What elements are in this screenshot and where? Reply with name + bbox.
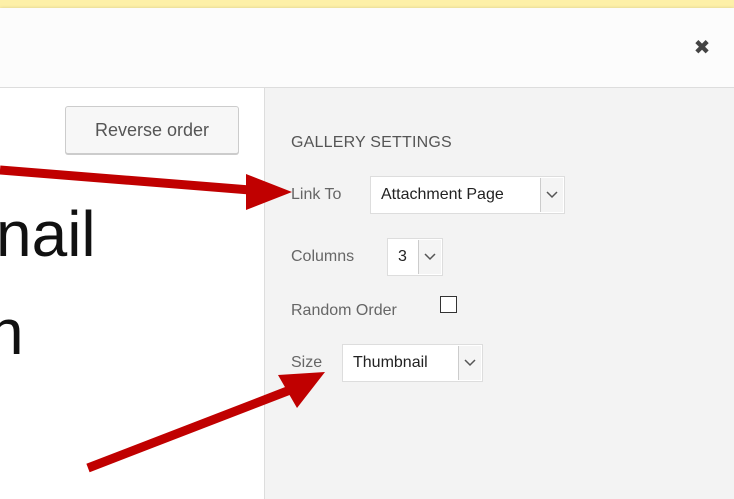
settings-title: GALLERY SETTINGS xyxy=(291,134,452,151)
chevron-down-icon xyxy=(540,178,563,212)
size-select[interactable]: Thumbnail xyxy=(342,344,483,382)
link-to-select[interactable]: Attachment Page xyxy=(370,176,565,214)
random-order-label: Random Order xyxy=(291,302,397,319)
modal-header: ✖ xyxy=(0,8,734,88)
reverse-order-button[interactable]: Reverse order xyxy=(65,106,239,154)
size-label: Size xyxy=(291,354,323,371)
size-value: Thumbnail xyxy=(353,354,428,371)
chevron-down-icon xyxy=(458,346,481,380)
link-to-label: Link To xyxy=(291,186,342,203)
background-slide-text: nail xyxy=(0,198,96,270)
columns-select[interactable]: 3 xyxy=(387,238,443,276)
gallery-settings-sidebar: GALLERY SETTINGS Link To Attachment Page… xyxy=(264,88,734,499)
close-icon[interactable]: ✖ xyxy=(690,35,714,59)
random-order-checkbox[interactable] xyxy=(440,296,457,313)
gallery-modal: ✖ Reverse order GALLERY SETTINGS Link To… xyxy=(0,8,734,499)
background-slide-text: n xyxy=(0,296,24,368)
link-to-value: Attachment Page xyxy=(381,186,504,203)
gallery-content-area: Reverse order xyxy=(0,88,264,499)
chevron-down-icon xyxy=(418,240,441,274)
columns-label: Columns xyxy=(291,248,355,265)
columns-value: 3 xyxy=(398,248,407,265)
